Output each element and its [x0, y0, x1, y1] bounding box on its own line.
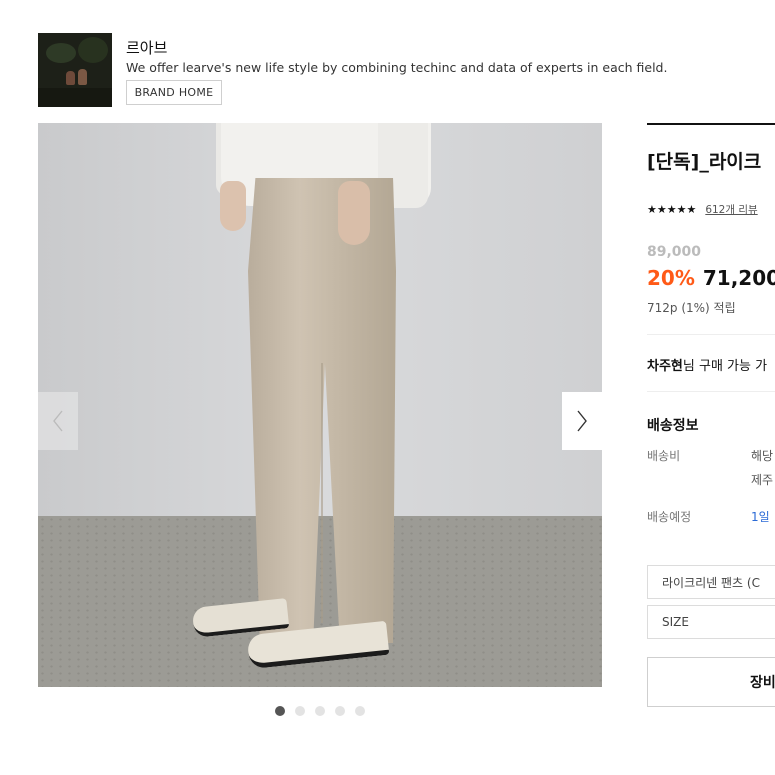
divider: [647, 334, 775, 335]
gallery-prev-button[interactable]: [38, 392, 78, 450]
add-to-cart-button[interactable]: 장비: [647, 657, 775, 707]
purchase-notice-text: 님 구매 가능 가: [682, 359, 768, 374]
review-count-link[interactable]: 612개 리뷰: [705, 202, 757, 217]
product-main-image: [38, 123, 602, 687]
shipping-eta-value[interactable]: 1일: [751, 508, 770, 525]
chevron-right-icon: [577, 410, 587, 432]
gallery-dot[interactable]: [275, 706, 285, 716]
brand-home-button[interactable]: BRAND HOME: [126, 80, 222, 105]
gallery-dot[interactable]: [335, 706, 345, 716]
gallery-dot[interactable]: [295, 706, 305, 716]
divider: [647, 123, 775, 125]
shipping-eta-label: 배송예정: [647, 510, 692, 524]
brand-name[interactable]: 르아브: [126, 37, 167, 58]
shipping-info-title: 배송정보: [647, 418, 699, 434]
chevron-left-icon: [53, 410, 63, 432]
shipping-fee-label: 배송비: [647, 449, 681, 463]
member-name: 차주현: [647, 359, 683, 374]
sale-price: 71,200: [702, 266, 775, 290]
color-option-select[interactable]: 라이크리넨 팬츠 (C: [647, 565, 775, 599]
gallery-dot[interactable]: [355, 706, 365, 716]
gallery-pagination: [275, 706, 365, 716]
gallery-next-button[interactable]: [562, 392, 602, 450]
discount-rate: 20%: [647, 266, 695, 290]
shipping-fee-note: 제주: [751, 473, 774, 487]
product-info-panel: [단독]_라이크 ★★★★★ 612개 리뷰 89,000 20% 71,200…: [647, 123, 775, 723]
gallery-dot[interactable]: [315, 706, 325, 716]
brand-description: We offer learve's new life style by comb…: [126, 60, 668, 75]
reward-points: 712p (1%) 적립: [647, 301, 736, 315]
product-rating: ★★★★★ 612개 리뷰: [647, 202, 758, 217]
brand-logo[interactable]: [38, 33, 112, 107]
star-rating-icon: ★★★★★: [647, 203, 697, 216]
divider: [647, 391, 775, 392]
original-price: 89,000: [647, 244, 702, 260]
purchase-notice: 차주현님 구매 가능 가: [647, 355, 767, 374]
size-option-select[interactable]: SIZE: [647, 605, 775, 639]
shipping-fee-value: 해당: [751, 449, 774, 463]
product-title: [단독]_라이크: [647, 151, 762, 173]
price-row: 20% 71,200: [647, 266, 775, 290]
